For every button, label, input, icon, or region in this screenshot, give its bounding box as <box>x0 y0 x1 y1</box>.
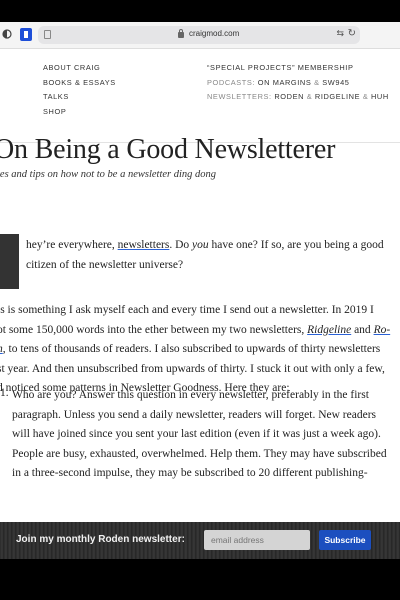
list-line: paragraph. Unless you send a daily newsl… <box>12 408 377 421</box>
nav-shop-link[interactable]: SHOP <box>43 105 116 120</box>
newsletter-huh-link[interactable]: HUH <box>371 92 389 101</box>
email-input[interactable] <box>204 530 310 550</box>
lock-icon <box>178 29 184 38</box>
body-line: st year. And then unsubscribed from upwa… <box>0 362 385 375</box>
body-paragraph: is is something I ask myself each and ev… <box>0 301 390 399</box>
reload-icon[interactable]: ↻ <box>348 28 356 39</box>
url-text: craigmod.com <box>189 29 240 38</box>
podcast-on-margins-link[interactable]: ON MARGINS <box>258 78 312 87</box>
translate-icon[interactable]: ⇆ <box>336 29 344 39</box>
address-bar[interactable]: craigmod.com ⇆ ↻ <box>38 26 360 44</box>
signup-label: Join my monthly Roden newsletter: <box>16 534 185 545</box>
drop-cap <box>0 234 19 289</box>
body-line: n, to tens of thousands of readers. I al… <box>0 340 390 360</box>
nav-about-link[interactable]: ABOUT CRAIG <box>43 61 116 76</box>
nav-podcasts-row: PODCASTS: ON MARGINS & SW945 <box>207 76 389 91</box>
body-line: is is something I ask myself each and ev… <box>0 304 374 316</box>
site-nav-left: ABOUT CRAIG BOOKS & ESSAYS TALKS SHOP <box>43 61 116 119</box>
nav-books-link[interactable]: BOOKS & ESSAYS <box>43 76 116 91</box>
intro-line: citizen of the newsletter universe? <box>26 258 184 271</box>
nav-talks-link[interactable]: TALKS <box>43 90 116 105</box>
list-item-1: 1. <box>0 384 9 404</box>
body-line: ot some 150,000 words into the ether bet… <box>0 323 391 336</box>
list-line: in a three-second impulse, they may be s… <box>12 467 368 479</box>
amp-separator: & <box>362 92 369 101</box>
list-line: will have joined since you sent your las… <box>12 428 381 440</box>
amp-separator: & <box>314 77 320 87</box>
amp-separator: & <box>306 92 313 101</box>
intro-paragraph: hey’re everywhere, newsletters. Do you h… <box>26 236 384 275</box>
newsletter-ridgeline-link[interactable]: RIDGELINE <box>315 92 360 101</box>
nav-membership-link[interactable]: “SPECIAL PROJECTS” MEMBERSHIP <box>207 61 389 76</box>
podcasts-label: PODCASTS: <box>207 77 256 87</box>
list-item-text: Who are you? Answer this question in eve… <box>12 386 387 484</box>
site-nav-right: “SPECIAL PROJECTS” MEMBERSHIP PODCASTS: … <box>207 61 389 105</box>
newsletter-signup-bar: Join my monthly Roden newsletter: Subscr… <box>0 522 400 559</box>
bookmark-icon[interactable] <box>20 28 32 41</box>
newsletters-label: NEWSLETTERS: <box>207 92 272 101</box>
article-subtitle: tes and tips on how not to be a newslett… <box>0 169 217 180</box>
page-icon <box>44 30 51 39</box>
list-line: People are busy, exhausted, overwhelmed.… <box>12 447 387 460</box>
list-marker: 1. <box>0 387 9 399</box>
article-title: On Being a Good Newsletterer <box>0 134 336 165</box>
newsletters-link[interactable]: newsletters <box>118 239 170 251</box>
nav-newsletters-row: NEWSLETTERS: RODEN & RIDGELINE & HUH <box>207 90 389 105</box>
sidebar-icon[interactable] <box>2 29 12 39</box>
browser-toolbar: craigmod.com ⇆ ↻ <box>0 22 400 49</box>
list-line: Who are you? Answer this question in eve… <box>12 389 369 401</box>
ridgeline-link[interactable]: Ridgeline <box>307 324 351 336</box>
newsletter-roden-link[interactable]: RODEN <box>274 92 304 101</box>
podcast-sw945-link[interactable]: SW945 <box>322 78 349 87</box>
roden-link[interactable]: Ro- <box>374 324 391 336</box>
subscribe-button[interactable]: Subscribe <box>319 530 371 550</box>
intro-line: hey’re everywhere, newsletters. Do you h… <box>26 239 384 251</box>
